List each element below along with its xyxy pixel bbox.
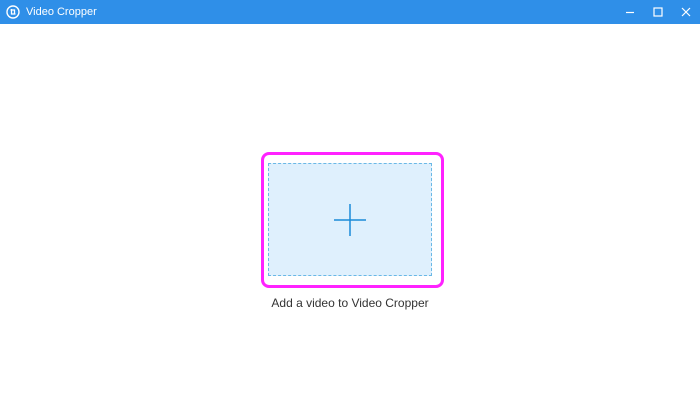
minimize-button[interactable] xyxy=(616,0,644,24)
app-window: Video Cropper Add a video to Video Cropp… xyxy=(0,0,700,413)
close-button[interactable] xyxy=(672,0,700,24)
minimize-icon xyxy=(624,6,636,18)
title-bar[interactable]: Video Cropper xyxy=(0,0,700,24)
add-video-label: Add a video to Video Cropper xyxy=(271,296,429,310)
window-title: Video Cropper xyxy=(26,6,97,18)
plus-icon xyxy=(333,203,367,237)
app-icon xyxy=(6,5,20,19)
add-video-drop-zone[interactable] xyxy=(268,163,432,276)
maximize-button[interactable] xyxy=(644,0,672,24)
maximize-icon xyxy=(652,6,664,18)
main-content: Add a video to Video Cropper xyxy=(0,24,700,413)
close-icon xyxy=(680,6,692,18)
window-controls xyxy=(616,0,700,24)
